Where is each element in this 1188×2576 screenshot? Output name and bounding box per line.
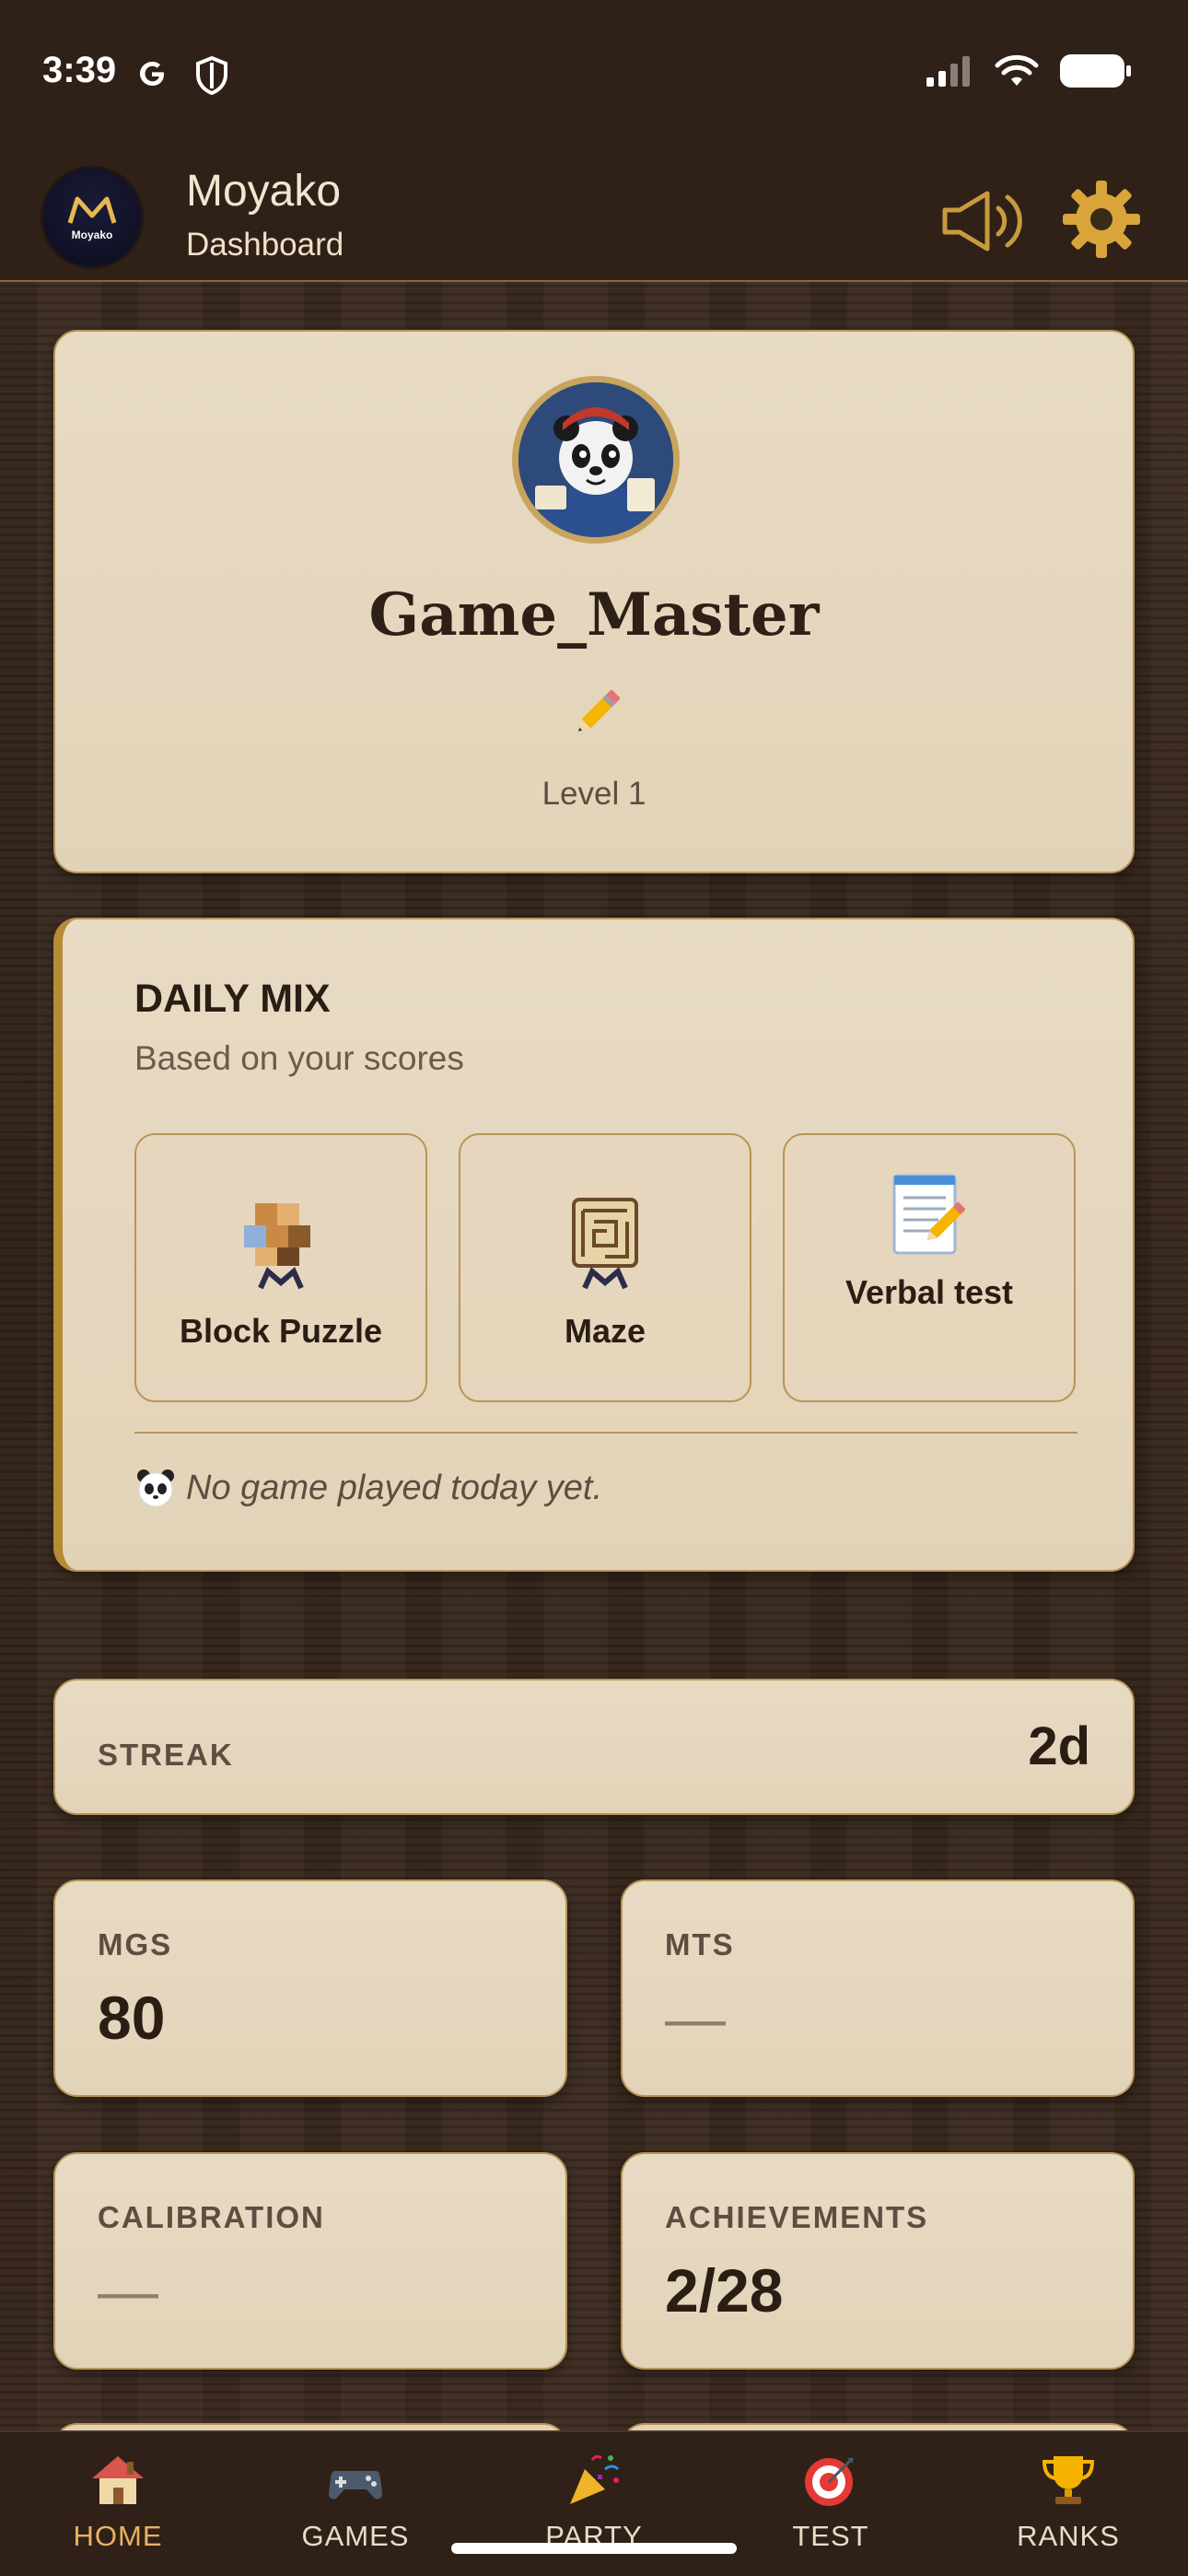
daily-mix-games: Block Puzzle Maze Verbal test	[134, 1133, 1076, 1402]
nav-ranks[interactable]: RANKS	[985, 2451, 1151, 2553]
speaker-icon[interactable]	[939, 184, 1028, 258]
nav-label: TEST	[792, 2520, 869, 2552]
status-icons	[926, 53, 1133, 88]
target-icon	[805, 2456, 855, 2506]
block-puzzle-icon	[244, 1203, 310, 1290]
nav-party[interactable]: PARTY	[511, 2451, 677, 2553]
app-bar: Moyako Moyako Dashboard	[0, 147, 1188, 282]
stat-card-mts: MTS —	[621, 1879, 1135, 2097]
trophy-icon	[1042, 2456, 1095, 2504]
gear-icon[interactable]	[1059, 177, 1144, 262]
streak-card: STREAK 2d	[53, 1679, 1135, 1815]
player-level: Level 1	[542, 776, 646, 812]
stat-card-mgs: MGS 80	[53, 1879, 567, 2097]
avatar[interactable]	[512, 376, 680, 544]
app-subtitle: Dashboard	[186, 227, 344, 263]
home-indicator[interactable]	[451, 2543, 737, 2554]
stat-value: —	[665, 1984, 726, 2052]
stat-value: 80	[98, 1984, 166, 2052]
wifi-icon	[995, 54, 1039, 86]
divider	[134, 1432, 1077, 1434]
logo-text: Moyako	[71, 228, 113, 241]
panda-icon	[137, 1469, 174, 1507]
stat-label: CALIBRATION	[98, 2200, 325, 2234]
daily-mix-status: No game played today yet.	[134, 1467, 602, 1509]
nav-home[interactable]: HOME	[35, 2451, 201, 2553]
stat-label: MTS	[665, 1927, 735, 1961]
signal-icon	[926, 56, 970, 87]
bottom-nav: HOME GAMES PARTY TEST RANKS	[0, 2430, 1188, 2576]
house-icon	[92, 2456, 144, 2504]
username: Game_Master	[368, 580, 820, 650]
app-title: Moyako	[186, 167, 342, 216]
maze-icon	[572, 1198, 638, 1290]
daily-mix-game-block-puzzle[interactable]: Block Puzzle	[134, 1133, 427, 1402]
daily-mix-game-label: Verbal test	[844, 1273, 1014, 1311]
memo-icon	[892, 1174, 965, 1255]
daily-mix-status-text: No game played today yet.	[186, 1468, 603, 1507]
party-popper-icon	[570, 2454, 620, 2504]
daily-mix-card: DAILY MIX Based on your scores Block Puz…	[53, 918, 1135, 1572]
nav-test[interactable]: TEST	[748, 2451, 914, 2553]
daily-mix-game-maze[interactable]: Maze	[459, 1133, 751, 1402]
crown-icon	[67, 196, 117, 224]
nav-label: GAMES	[301, 2520, 410, 2552]
pencil-icon[interactable]	[573, 682, 628, 737]
profile-card: Game_Master Level 1	[53, 330, 1135, 873]
nav-games[interactable]: GAMES	[273, 2451, 438, 2553]
stat-card-calibration: CALIBRATION —	[53, 2152, 567, 2370]
daily-mix-title: DAILY MIX	[134, 977, 331, 1021]
stat-value: 2/28	[665, 2256, 784, 2324]
status-bar: 3:39	[0, 0, 1188, 147]
daily-mix-game-label: Maze	[564, 1312, 646, 1350]
stat-label: MGS	[98, 1927, 173, 1961]
panda-avatar-icon	[518, 382, 673, 537]
status-time: 3:39	[42, 50, 117, 90]
nav-label: HOME	[73, 2520, 163, 2552]
streak-value: 2d	[1028, 1716, 1090, 1776]
gamepad-icon	[329, 2471, 382, 2500]
stat-value: —	[98, 2256, 158, 2324]
nav-label: RANKS	[1017, 2520, 1120, 2552]
stat-card-achievements: ACHIEVEMENTS 2/28	[621, 2152, 1135, 2370]
google-icon	[140, 62, 164, 86]
daily-mix-subtitle: Based on your scores	[134, 1039, 464, 1077]
daily-mix-game-label: Block Puzzle	[179, 1312, 383, 1350]
stat-label: ACHIEVEMENTS	[665, 2200, 929, 2234]
streak-label: STREAK	[98, 1738, 234, 1772]
app-logo: Moyako	[41, 166, 144, 269]
shield-icon	[196, 55, 227, 96]
battery-icon	[1060, 54, 1131, 88]
daily-mix-game-verbal-test[interactable]: Verbal test	[783, 1133, 1076, 1402]
